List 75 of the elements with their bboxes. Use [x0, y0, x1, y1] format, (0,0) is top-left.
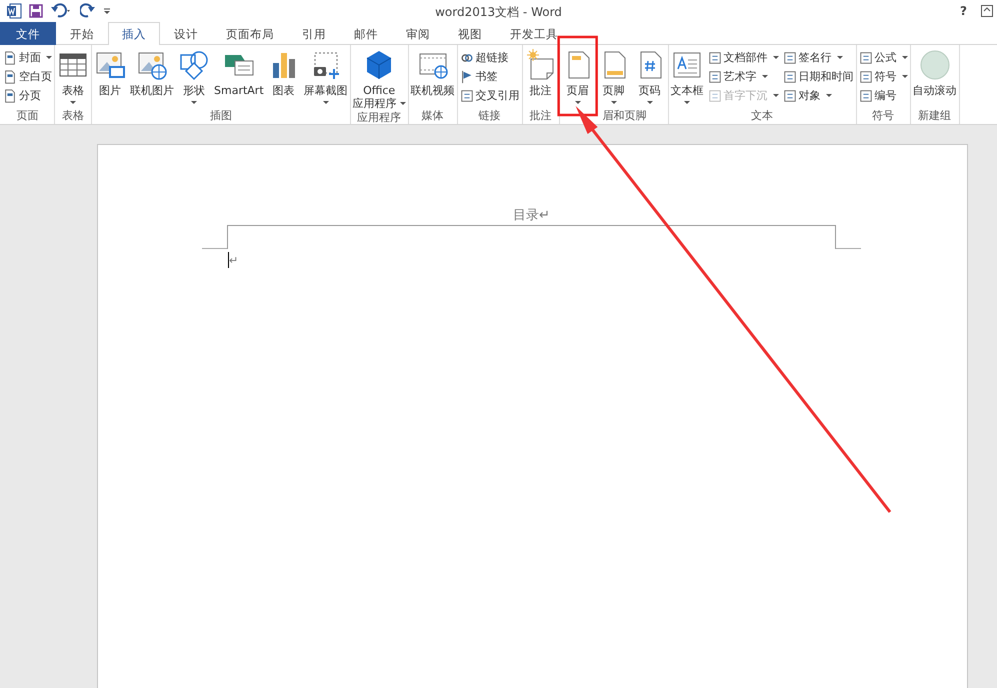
circle-icon	[918, 49, 951, 81]
small-document-icon	[708, 50, 722, 64]
ribbon-button[interactable]: 空白页	[1, 67, 54, 86]
ribbon-button[interactable]: 页码	[632, 48, 668, 108]
ribbon-button[interactable]: 图片	[92, 48, 128, 108]
ribbon-button[interactable]: 联机视频	[408, 48, 457, 108]
help-button[interactable]: ?	[960, 4, 967, 18]
small-document-icon	[858, 70, 873, 84]
ribbon-button[interactable]: 封面	[1, 48, 54, 67]
ribbon-button[interactable]: 形状	[176, 48, 212, 108]
header-text: 目录↵	[513, 208, 550, 223]
ribbon-button[interactable]: 表格	[55, 48, 91, 108]
ribbon-tab[interactable]: 开发工具	[496, 22, 572, 45]
window-title: word2013文档 - Word	[435, 5, 562, 19]
ribbon-button[interactable]: 页眉	[560, 48, 596, 108]
page-icon	[3, 50, 17, 64]
group-label: 页面	[16, 109, 40, 124]
shapes-icon	[178, 49, 210, 81]
ribbon-button[interactable]: 图表	[266, 48, 302, 108]
ribbon-button[interactable]: 书签	[458, 67, 500, 86]
group-label: 应用程序	[356, 111, 402, 124]
ribbon-button[interactable]: 分页	[1, 86, 43, 105]
ribbon-tab[interactable]: 插入	[108, 22, 160, 45]
ribbon-tab[interactable]: 视图	[444, 22, 496, 45]
small-document-icon	[782, 88, 797, 102]
restore-icon[interactable]	[981, 5, 993, 17]
small-document-icon	[460, 88, 474, 102]
save-icon[interactable]	[28, 3, 44, 19]
ribbon-button[interactable]: Office 应用程序	[350, 48, 408, 111]
small-document-icon	[708, 88, 722, 102]
redo-icon[interactable]	[80, 3, 96, 19]
file-tab[interactable]: 文件	[0, 22, 56, 45]
ribbon-button[interactable]: 文档部件	[706, 48, 781, 67]
flag-icon	[460, 70, 474, 84]
ribbon-button[interactable]: 超链接	[458, 48, 511, 67]
small-document-icon	[858, 50, 873, 64]
ribbon-button[interactable]: 对象	[780, 86, 834, 105]
text-cursor	[228, 252, 229, 268]
ribbon-button[interactable]: 日期和时间	[780, 67, 856, 86]
ribbon-button[interactable]: 交叉引用	[458, 86, 522, 105]
ribbon-button[interactable]: SmartArt	[212, 48, 266, 108]
ribbon-tab[interactable]: 设计	[160, 22, 212, 45]
group-label: 新建组	[917, 109, 952, 124]
page-icon	[3, 70, 17, 84]
group-label: 符号	[871, 109, 896, 124]
group-label: 表格	[61, 109, 85, 124]
ribbon-button[interactable]: 签名行	[780, 48, 845, 67]
ribbon-tab[interactable]: 审阅	[392, 22, 444, 45]
ribbon-tab[interactable]: 开始	[56, 22, 108, 45]
ribbon-button[interactable]: 符号	[856, 67, 910, 86]
ribbon-button[interactable]: 屏幕截图	[302, 48, 350, 108]
ribbon-button[interactable]: 联机图片	[128, 48, 176, 108]
group-label: 批注	[528, 109, 553, 124]
small-document-icon	[782, 50, 797, 64]
group-label: 链接	[478, 109, 502, 124]
ribbon-tab[interactable]: 引用	[288, 22, 340, 45]
ribbon-button[interactable]: 页脚	[596, 48, 632, 108]
ribbon-button[interactable]: 编号	[856, 86, 899, 105]
group-label: 文本	[750, 109, 774, 124]
small-document-icon	[858, 88, 873, 102]
group-label: 眉和页脚	[602, 109, 648, 124]
ribbon-tab[interactable]: 邮件	[340, 22, 392, 45]
ribbon-button[interactable]: 文本框	[668, 48, 706, 108]
ribbon-tab[interactable]: 页面布局	[212, 22, 288, 45]
small-document-icon	[782, 70, 797, 84]
page-icon	[3, 88, 17, 102]
small-document-icon	[708, 70, 722, 84]
ribbon-button[interactable]: 公式	[856, 48, 910, 67]
group-label: 插图	[208, 109, 233, 124]
group-label: 媒体	[420, 109, 445, 124]
ribbon-button[interactable]: 艺术字	[706, 67, 770, 86]
paragraph-mark: ↵	[229, 254, 238, 266]
ribbon-button[interactable]: 自动滚动	[910, 48, 959, 108]
ribbon-button[interactable]: 批注	[522, 48, 559, 108]
word-logo-icon[interactable]	[6, 3, 22, 19]
